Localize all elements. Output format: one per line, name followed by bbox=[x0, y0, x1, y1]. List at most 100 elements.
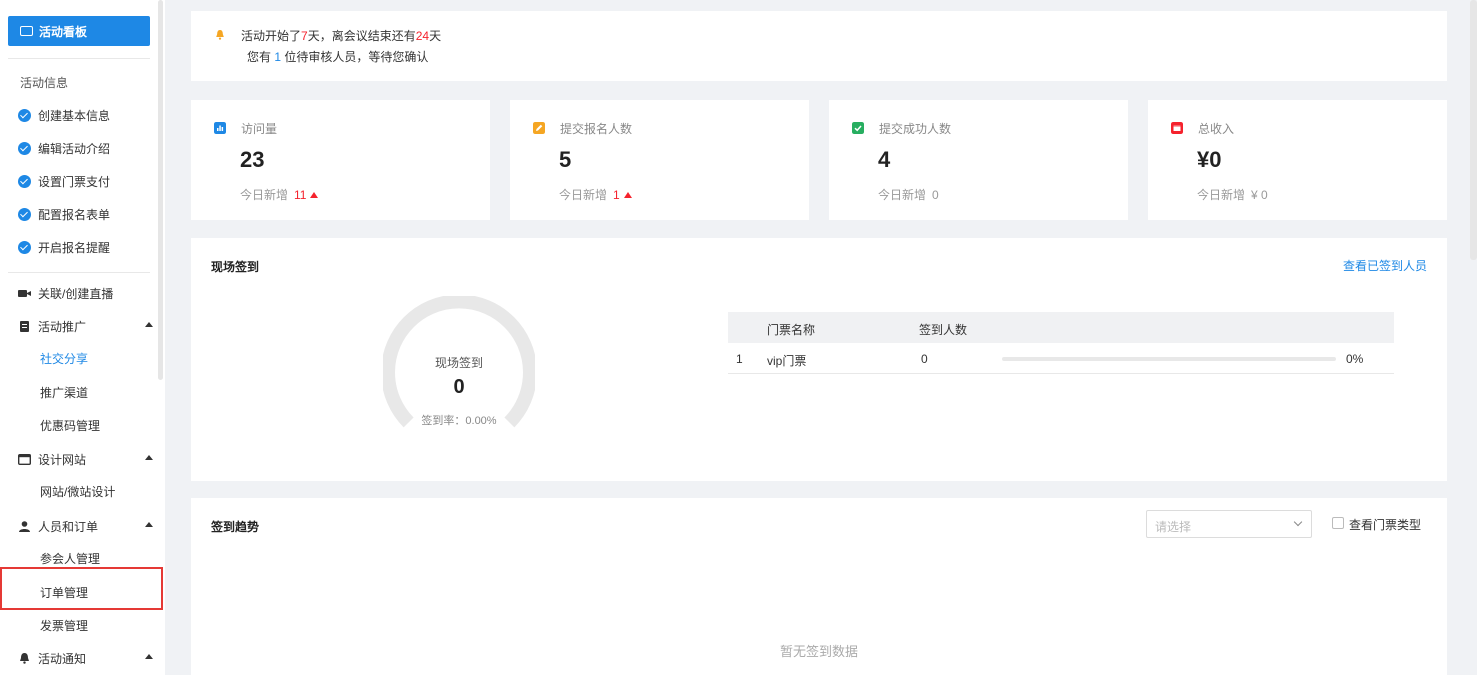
sidebar-group-people[interactable]: 人员和订单 bbox=[18, 516, 153, 536]
caret-up-icon[interactable] bbox=[145, 455, 153, 460]
notice-panel: 活动开始了7天，离会议结束还有24天 您有 1 位待审核人员，等待您确认 bbox=[191, 11, 1447, 81]
sidebar-item-label: 设计网站 bbox=[38, 452, 87, 467]
caret-up-icon[interactable] bbox=[145, 522, 153, 527]
sidebar-item-label: 关联/创建直播 bbox=[38, 286, 114, 301]
today-label: 今日新增 bbox=[240, 188, 289, 202]
stat-value: 23 bbox=[240, 147, 265, 172]
trend-panel: 签到趋势 请选择 查看门票类型 暂无签到数据 bbox=[191, 498, 1447, 675]
check-circle-icon bbox=[18, 174, 31, 188]
row-index: 1 bbox=[736, 352, 743, 366]
checkbox-label[interactable]: 查看门票类型 bbox=[1349, 516, 1421, 533]
checkin-count: 0 bbox=[921, 352, 928, 366]
today-value: ¥ 0 bbox=[1251, 188, 1268, 202]
caret-up-icon[interactable] bbox=[145, 322, 153, 327]
sidebar-item-site-design[interactable]: 网站/微站设计 bbox=[40, 483, 115, 500]
sidebar-item-label: 活动推广 bbox=[38, 319, 87, 334]
browser-icon bbox=[18, 453, 31, 465]
today-label: 今日新增 bbox=[878, 188, 927, 202]
notice-text: 活动开始了 bbox=[241, 29, 302, 43]
sidebar-scrollbar[interactable] bbox=[158, 0, 163, 380]
sidebar-item-invoices[interactable]: 发票管理 bbox=[40, 617, 88, 634]
sidebar-group-notify[interactable]: 活动通知 bbox=[18, 648, 153, 668]
highlight-box bbox=[0, 567, 163, 610]
document-icon bbox=[20, 320, 29, 332]
sidebar-item-dashboard[interactable]: 活动看板 bbox=[8, 16, 150, 46]
sidebar-item-label: 活动通知 bbox=[38, 651, 87, 666]
step-registration-form[interactable]: 配置报名表单 bbox=[18, 204, 153, 224]
dashboard-icon bbox=[20, 26, 33, 36]
sidebar-item-label: 活动看板 bbox=[39, 24, 88, 39]
chevron-down-icon bbox=[1293, 517, 1303, 527]
progress-bar bbox=[1002, 357, 1336, 361]
chart-icon bbox=[214, 122, 226, 134]
remaining-days: 24 bbox=[415, 29, 430, 43]
started-days: 7 bbox=[301, 29, 308, 43]
view-checked-in-link[interactable]: 查看已签到人员 bbox=[1343, 257, 1427, 274]
check-circle-icon bbox=[18, 108, 31, 122]
section-activity-info: 活动信息 bbox=[20, 76, 69, 90]
check-circle-icon bbox=[18, 207, 31, 221]
ticket-type-checkbox[interactable] bbox=[1332, 517, 1344, 529]
notice-text: 位待审核人员，等待您确认 bbox=[281, 50, 429, 64]
step-label: 编辑活动介绍 bbox=[38, 141, 111, 156]
check-circle-icon bbox=[18, 141, 31, 155]
calendar-icon bbox=[1171, 122, 1183, 134]
bell-icon bbox=[216, 30, 224, 40]
page-scrollbar[interactable] bbox=[1470, 0, 1477, 260]
sidebar-item-attendees[interactable]: 参会人管理 bbox=[40, 550, 100, 567]
video-icon bbox=[18, 289, 31, 297]
sidebar-item-channels[interactable]: 推广渠道 bbox=[40, 384, 88, 401]
column-header: 门票名称 bbox=[767, 323, 816, 337]
notice-text: 天，离会议结束还有 bbox=[307, 29, 416, 43]
step-ticket-payment[interactable]: 设置门票支付 bbox=[18, 171, 153, 191]
check-circle-icon bbox=[18, 240, 31, 254]
stat-today: 今日新增 0 bbox=[878, 186, 939, 203]
checkin-percent: 0% bbox=[1346, 352, 1364, 366]
sidebar-group-promo[interactable]: 活动推广 bbox=[18, 316, 153, 336]
gauge-rate: 签到率：0.00% bbox=[421, 415, 497, 427]
column-header: 签到人数 bbox=[919, 323, 968, 337]
step-label: 配置报名表单 bbox=[38, 207, 111, 222]
notice-line-1: 活动开始了7天，离会议结束还有24天 bbox=[241, 27, 441, 44]
notice-text: 天 bbox=[429, 29, 442, 43]
user-icon bbox=[19, 520, 30, 532]
today-value: 0 bbox=[932, 188, 939, 202]
stat-label: 访问量 bbox=[241, 122, 278, 136]
sidebar-item-coupons[interactable]: 优惠码管理 bbox=[40, 417, 100, 434]
sidebar-group-site[interactable]: 设计网站 bbox=[18, 449, 153, 469]
today-label: 今日新增 bbox=[1197, 188, 1246, 202]
gauge-value: 0 bbox=[453, 376, 465, 398]
stat-label: 总收入 bbox=[1198, 122, 1235, 136]
stat-today: 今日新增 11 bbox=[240, 186, 319, 203]
divider bbox=[8, 272, 150, 273]
step-label: 创建基本信息 bbox=[38, 108, 111, 123]
stat-card-visits: 访问量 23 今日新增 11 bbox=[191, 100, 490, 220]
panel-title: 现场签到 bbox=[211, 260, 260, 274]
stat-card-success: 提交成功人数 4 今日新增 0 bbox=[829, 100, 1128, 220]
ticket-select[interactable]: 请选择 bbox=[1146, 510, 1312, 538]
select-placeholder: 请选择 bbox=[1155, 520, 1192, 534]
stat-card-submitted: 提交报名人数 5 今日新增 1 bbox=[510, 100, 809, 220]
empty-state: 暂无签到数据 bbox=[779, 644, 858, 659]
stat-today: 今日新增 ¥ 0 bbox=[1197, 186, 1268, 203]
notice-line-2: 您有 1 位待审核人员，等待您确认 bbox=[247, 48, 428, 65]
caret-up-icon[interactable] bbox=[145, 654, 153, 659]
notice-text: 您有 bbox=[247, 50, 275, 64]
stat-label: 提交成功人数 bbox=[879, 122, 952, 136]
arrow-up-icon bbox=[623, 192, 632, 198]
step-create-basic-info[interactable]: 创建基本信息 bbox=[18, 105, 153, 125]
table-row: 1 vip门票 0 0% bbox=[728, 343, 1394, 374]
stat-label: 提交报名人数 bbox=[560, 122, 633, 136]
today-value: 1 bbox=[613, 188, 620, 202]
sidebar-item-live[interactable]: 关联/创建直播 bbox=[18, 283, 153, 303]
edit-icon bbox=[533, 122, 545, 134]
step-edit-intro[interactable]: 编辑活动介绍 bbox=[18, 138, 153, 158]
step-label: 开启报名提醒 bbox=[38, 240, 111, 255]
checkin-panel: 现场签到 查看已签到人员 现场签到 0 签到率：0.00% 门票名称 签到人数 … bbox=[191, 238, 1447, 481]
gauge-label: 现场签到 bbox=[434, 356, 483, 370]
step-registration-reminder[interactable]: 开启报名提醒 bbox=[18, 237, 153, 257]
ticket-name: vip门票 bbox=[767, 354, 807, 368]
today-label: 今日新增 bbox=[559, 188, 608, 202]
stat-value: 5 bbox=[559, 147, 572, 172]
sidebar-item-social-share[interactable]: 社交分享 bbox=[40, 350, 88, 367]
